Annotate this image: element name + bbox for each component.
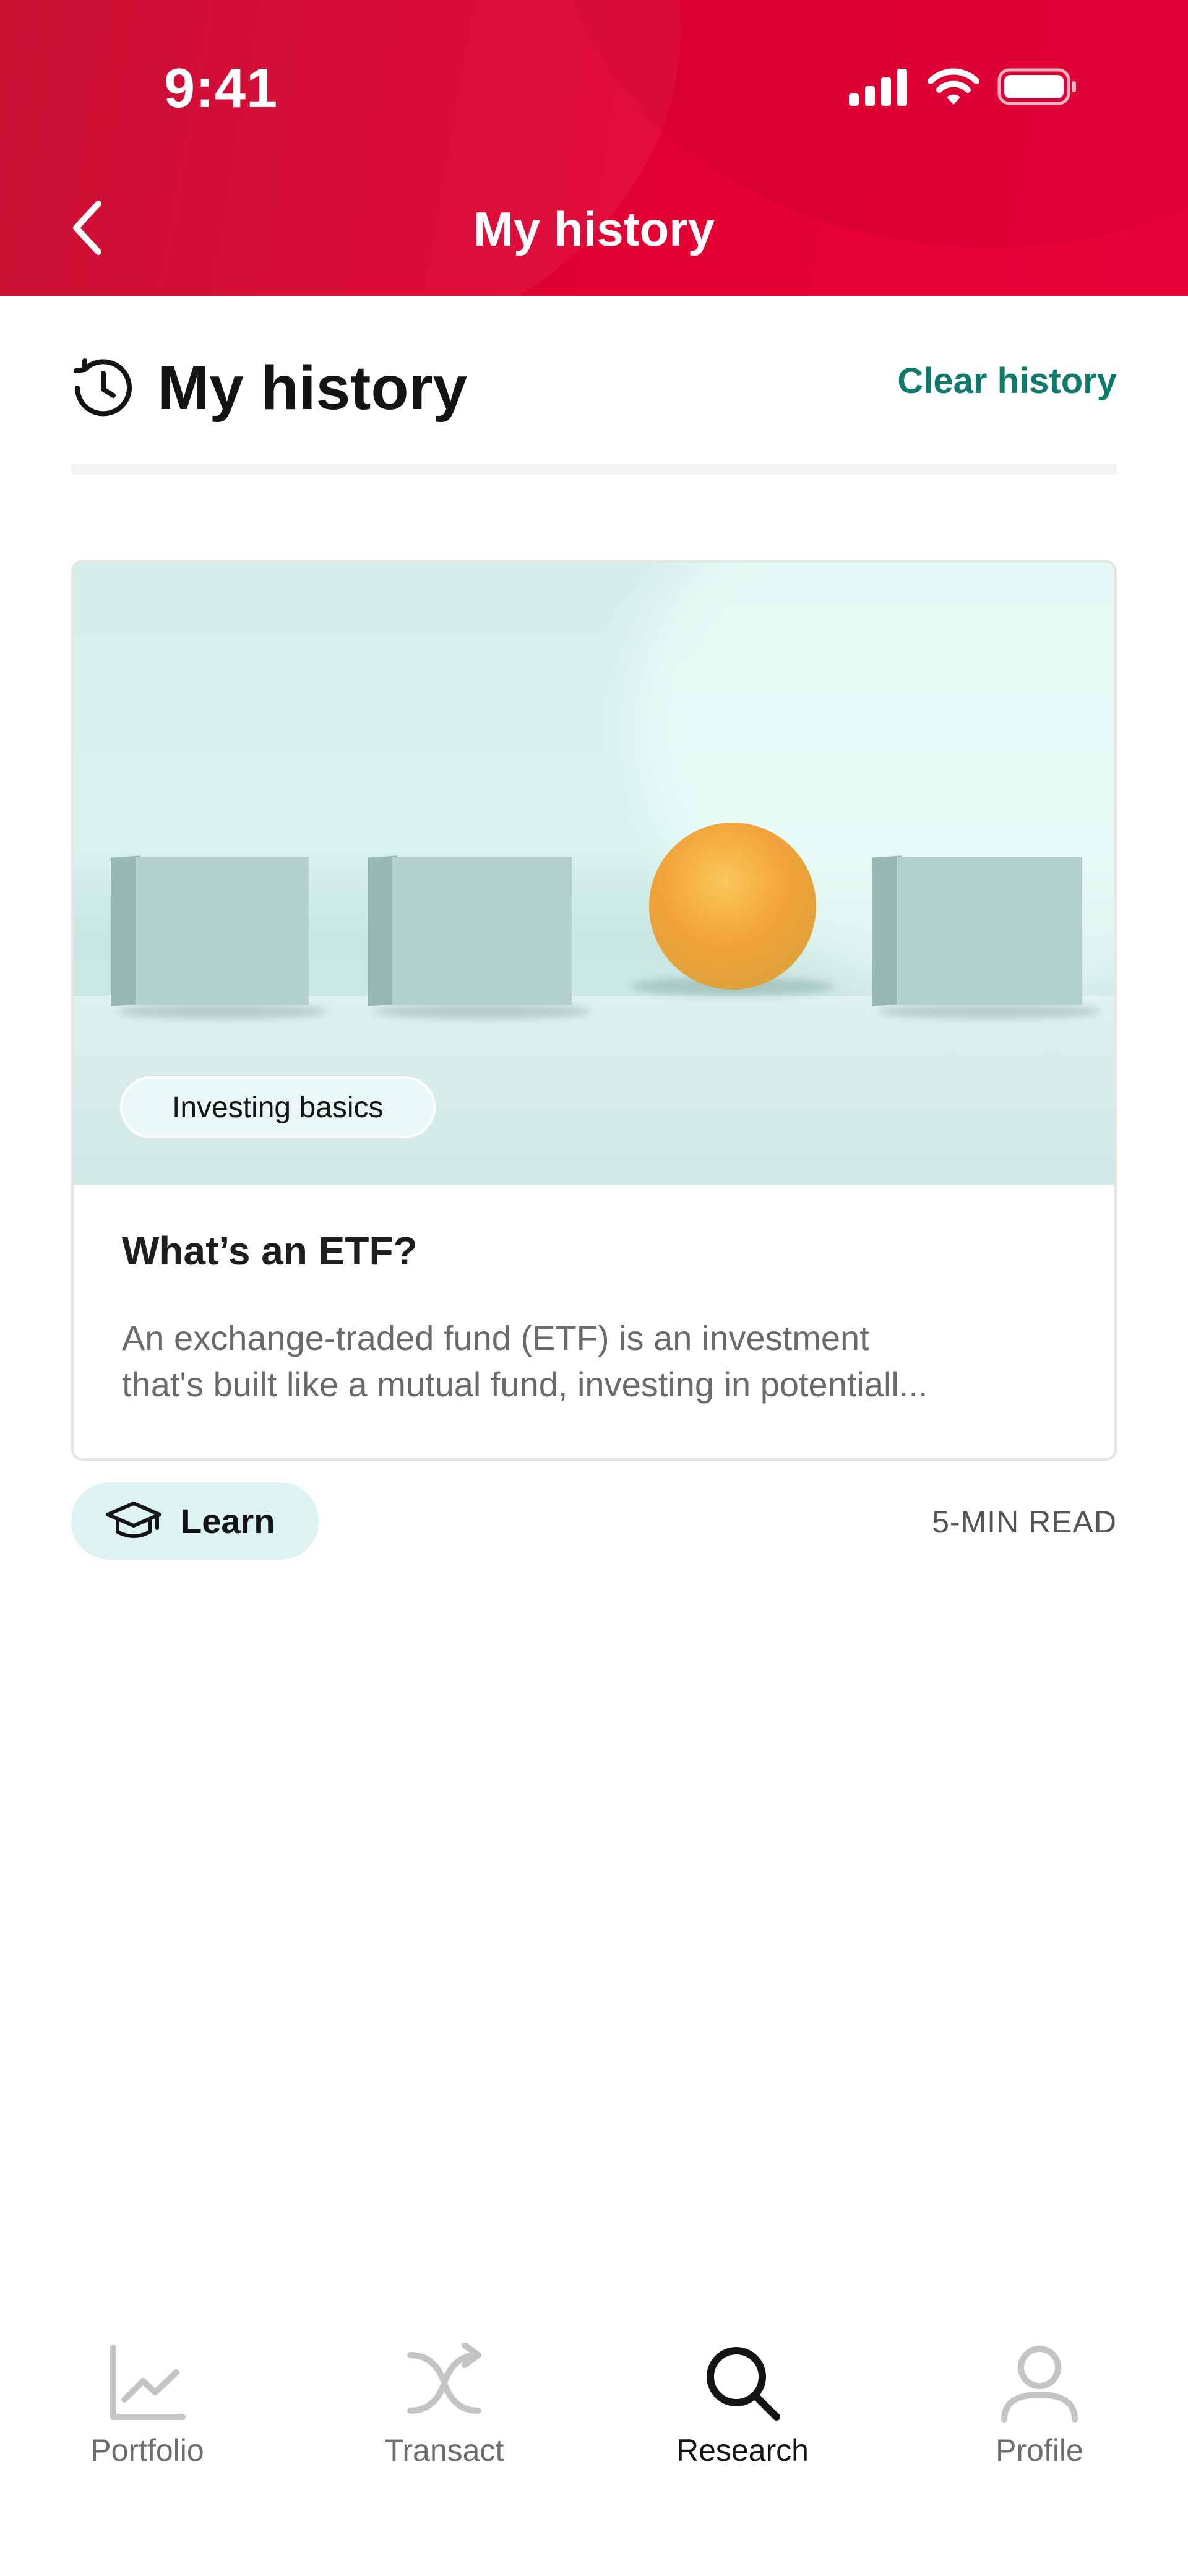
divider (71, 464, 1117, 475)
nav-item-profile[interactable]: Profile (947, 2340, 1132, 2468)
nav-label: Portfolio (90, 2433, 204, 2468)
nav-item-portfolio[interactable]: Portfolio (54, 2340, 240, 2468)
history-clock-icon (74, 358, 132, 417)
section-title: My history (158, 353, 468, 423)
article-description: An exchange-traded fund (ETF) is an inve… (122, 1315, 1075, 1407)
cube-shape (368, 855, 590, 1019)
nav-item-transact[interactable]: Transact (351, 2340, 537, 2468)
nav-label: Profile (996, 2433, 1083, 2468)
nav-item-research[interactable]: Research (650, 2340, 835, 2468)
cube-shape (872, 855, 1101, 1019)
topic-tag[interactable]: Investing basics (120, 1076, 436, 1138)
graduation-cap-icon (106, 1501, 161, 1538)
person-icon (1001, 2346, 1078, 2423)
learn-label: Learn (181, 1502, 275, 1541)
app-header: 9:41 My history (0, 0, 1188, 296)
chart-line-icon (110, 2345, 186, 2420)
gold-ball-shape (649, 823, 816, 990)
bottom-nav: Portfolio Transact Research Profile (0, 2321, 1188, 2576)
status-time: 9:41 (164, 58, 278, 119)
page-header-title: My history (473, 202, 715, 256)
article-title: What’s an ETF? (122, 1229, 418, 1273)
section-heading: My history Clear history (71, 347, 1117, 427)
nav-label: Transact (384, 2433, 504, 2468)
battery-icon (997, 68, 1076, 105)
search-icon (707, 2347, 780, 2421)
signal-icon (849, 69, 907, 106)
wifi-icon (928, 68, 979, 105)
clear-history-link[interactable]: Clear history (897, 360, 1117, 402)
learn-chip[interactable]: Learn (71, 1482, 319, 1560)
article-card[interactable]: Investing basics What’s an ETF? An excha… (71, 560, 1117, 1461)
nav-label: Research (676, 2433, 809, 2468)
description-line: An exchange-traded fund (ETF) is an inve… (122, 1318, 869, 1357)
status-icons (848, 65, 1078, 108)
description-line: that's built like a mutual fund, investi… (122, 1365, 928, 1404)
cube-shape (111, 855, 327, 1019)
shuffle-icon (407, 2343, 481, 2414)
read-time: 5-MIN READ (932, 1505, 1117, 1539)
article-image: Investing basics (74, 563, 1114, 1185)
